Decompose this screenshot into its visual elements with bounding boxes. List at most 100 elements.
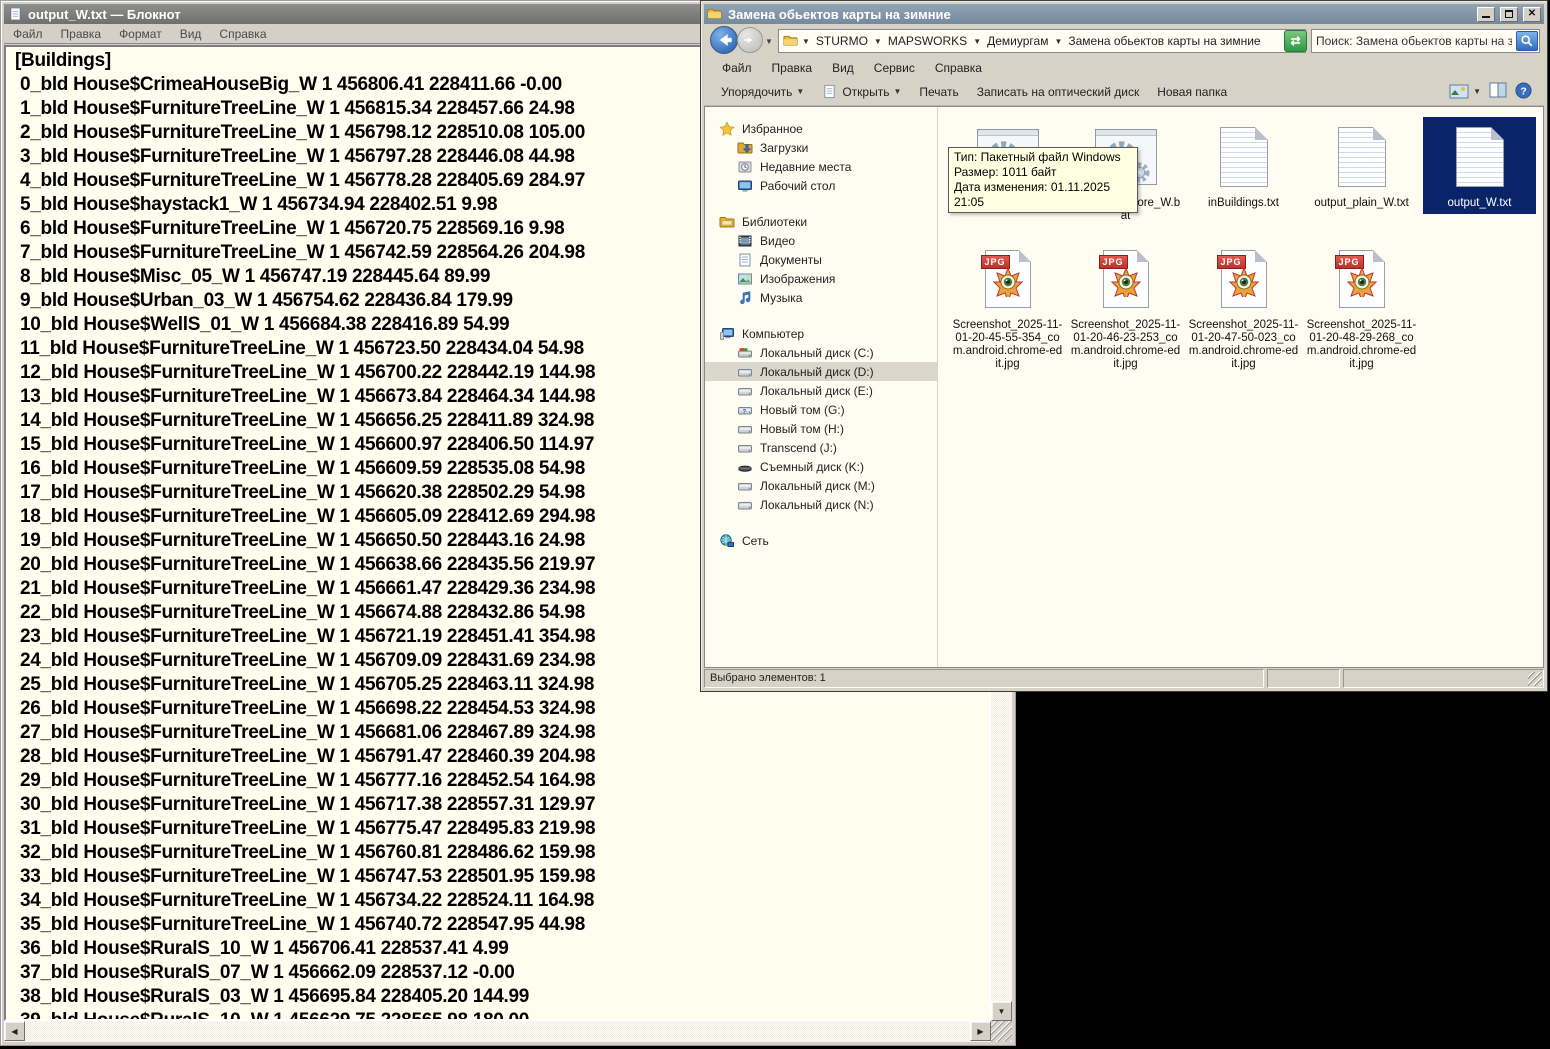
breadcrumb[interactable]: ▼ STURMO ▼ MAPSWORKS ▼ Демиургам ▼ Замена обьек… [778,29,1306,53]
dropdown-arrow-icon: ▼ [796,87,805,96]
tooltip-line: Тип: Пакетный файл Windows [954,150,1121,164]
sidebar-item-Новый том (H:)[interactable]: Новый том (H:) [705,419,937,438]
jpg-file-icon: JPG [980,250,1031,308]
toolbar-button[interactable]: Записать на оптический диск [968,81,1149,103]
sidebar-item-Загрузки[interactable]: Загрузки [705,138,937,157]
sidebar-item-Избранное[interactable]: Избранное [705,119,937,138]
desktop-icon [737,178,753,194]
file-name: Screenshot_2025-11-01-20-45-55-354_com.a… [952,319,1063,370]
notepad-resize-grip[interactable] [991,1021,1012,1042]
sidebar-item-Локальный диск (N:)[interactable]: Локальный диск (N:) [705,495,937,514]
preview-pane-button[interactable] [1489,82,1507,101]
scroll-right-button[interactable]: ▶ [970,1021,991,1041]
explorer-menu-item[interactable]: Правка [762,59,823,77]
toolbar-button[interactable]: Новая папка [1148,81,1236,103]
text-file-icon [1455,127,1504,187]
toolbar-button[interactable]: Упорядочить ▼ [712,81,813,103]
search-input[interactable] [1312,34,1516,48]
sidebar-item-Локальный диск (M:)[interactable]: Локальный диск (M:) [705,476,937,495]
notepad-menu-item[interactable]: Правка [52,25,111,43]
search-icon[interactable] [1516,31,1538,51]
explorer-menu-item[interactable]: Вид [822,59,864,77]
sidebar-group: Сеть [705,531,937,550]
file-row: JPG Screenshot_2025-11-01-20-45-55-354_co… [951,239,1543,375]
views-button[interactable]: ▼ [1449,84,1481,100]
folder-icon [707,6,723,22]
file-item[interactable]: output_plain_W.txt [1305,117,1418,214]
back-button[interactable] [710,26,738,54]
sidebar-item-Новый том (G:)[interactable]: ? Новый том (G:) [705,400,937,419]
libraries-icon [719,214,735,230]
history-dropdown-arrow[interactable]: ▼ [765,37,773,46]
scroll-left-button[interactable]: ◀ [4,1021,25,1041]
file-item[interactable]: JPG Screenshot_2025-11-01-20-45-55-354_co… [951,239,1064,375]
sidebar-item-Документы[interactable]: Документы [705,250,937,269]
text-line: 27_bld House$FurnitureTreeLine_W 1 45668… [15,722,596,743]
breadcrumb-segment[interactable]: Замена обьектов карты на зимние [1065,32,1263,50]
close-button[interactable]: ✕ [1523,6,1541,22]
notepad-menu-item[interactable]: Вид [171,25,211,43]
file-item[interactable]: inBuildings.txt [1187,117,1300,214]
file-name: output_plain_W.txt [1314,197,1409,209]
explorer-titlebar[interactable]: Замена обьектов карты на зимние ✕ [704,4,1544,24]
explorer-menu-item[interactable]: Файл [712,59,762,77]
file-item[interactable]: JPG Screenshot_2025-11-01-20-47-50-023_co… [1187,239,1300,375]
help-icon[interactable]: ? [1515,81,1532,102]
breadcrumb-separator-icon[interactable]: ▼ [871,37,885,46]
breadcrumb-segment[interactable]: MAPSWORKS [885,32,970,50]
sidebar-item-Рабочий стол[interactable]: Рабочий стол [705,176,937,195]
sidebar-item-Музыка[interactable]: Музыка [705,288,937,307]
explorer-menu-item[interactable]: Справка [925,59,992,77]
text-line: 37_bld House$RuralS_07_W 1 456662.09 228… [15,962,515,983]
minimize-button[interactable] [1477,6,1495,22]
recent-icon [737,159,753,175]
explorer-resize-grip[interactable] [1528,672,1542,686]
breadcrumb-segment[interactable]: STURMO [813,32,871,50]
notepad-menu-item[interactable]: Файл [4,25,52,43]
sidebar-item-Видео[interactable]: Видео [705,231,937,250]
explorer-menu-item[interactable]: Сервис [864,59,925,77]
scroll-down-button[interactable]: ▼ [991,1001,1012,1021]
notepad-menu-item[interactable]: Справка [210,25,275,43]
toolbar-button[interactable]: Открыть ▼ [813,80,910,104]
music-icon [737,290,753,306]
notepad-menu-item[interactable]: Формат [110,25,171,43]
drive-icon [737,478,753,494]
sidebar-item-Компьютер[interactable]: Компьютер [705,324,937,343]
breadcrumb-separator-icon[interactable]: ▼ [970,37,984,46]
sidebar-item-Локальный диск (C:)[interactable]: Локальный диск (C:) [705,343,937,362]
sidebar-item-Сеть[interactable]: Сеть [705,531,937,550]
file-item[interactable]: JPG Screenshot_2025-11-01-20-48-29-268_co… [1305,239,1418,375]
text-line: 38_bld House$RuralS_03_W 1 456695.84 228… [15,986,530,1007]
dropdown-arrow-icon: ▼ [893,87,902,96]
file-item[interactable]: JPG Screenshot_2025-11-01-20-46-23-253_co… [1069,239,1182,375]
sidebar-item-Transcend (J:)[interactable]: Transcend (J:) [705,438,937,457]
text-line: 36_bld House$RuralS_10_W 1 456706.41 228… [15,938,509,959]
open-file-icon [822,84,838,100]
sidebar-item-Локальный диск (E:)[interactable]: Локальный диск (E:) [705,381,937,400]
file-tooltip: Тип: Пакетный файл Windows Размер: 1011 б… [948,147,1138,213]
forward-button[interactable] [737,27,763,53]
text-file-icon [1219,127,1268,187]
file-name: output_W.txt [1447,197,1512,209]
sidebar-item-Локальный диск (D:)[interactable]: Локальный диск (D:) [705,362,937,381]
maximize-button[interactable] [1500,6,1518,22]
breadcrumb-separator-icon[interactable]: ▼ [799,37,813,46]
sidebar-item-Съемный диск (K:)[interactable]: Съемный диск (K:) [705,457,937,476]
breadcrumb-segment[interactable]: Демиургам [984,32,1051,50]
file-item[interactable]: output_W.txt [1423,117,1536,214]
sidebar-item-Недавние места[interactable]: Недавние места [705,157,937,176]
notepad-horizontal-scrollbar[interactable]: ◀ ▶ [4,1021,991,1042]
refresh-button[interactable]: ⇄ [1284,30,1307,52]
sidebar-item-Изображения[interactable]: Изображения [705,269,937,288]
breadcrumb-separator-icon[interactable]: ▼ [1051,37,1065,46]
sidebar-item-Библиотеки[interactable]: Библиотеки [705,212,937,231]
video-icon [737,233,753,249]
drive-icon [737,421,753,437]
text-line: 39_bld House$RuralS_10_W 1 456629.75 228… [15,1010,530,1021]
drive-icon [737,383,753,399]
views-dropdown-arrow[interactable]: ▼ [1473,87,1481,96]
text-line: 29_bld House$FurnitureTreeLine_W 1 45677… [15,770,596,791]
explorer-window: Замена обьектов карты на зимние ✕ ▼ ▼ STU… [700,0,1548,692]
toolbar-button[interactable]: Печать [910,81,967,103]
